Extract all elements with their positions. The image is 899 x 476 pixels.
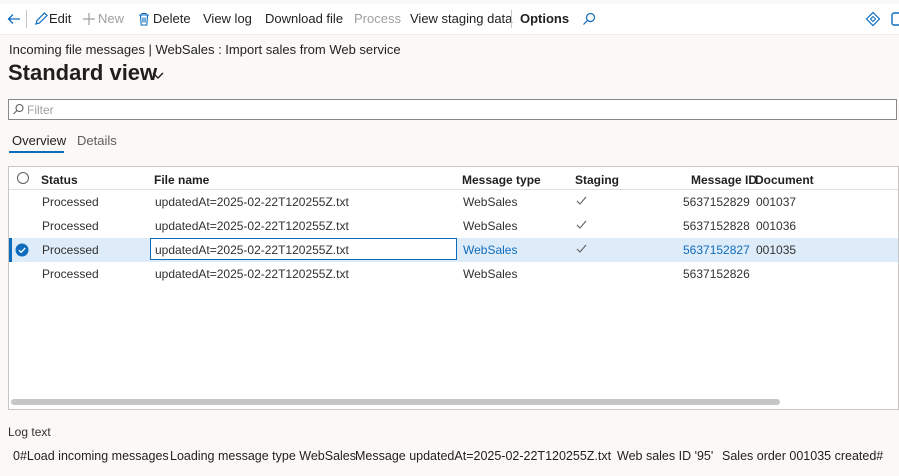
messages-grid: Status File name Message type Staging Me… [8, 166, 899, 410]
tab-overview[interactable]: Overview [12, 133, 66, 148]
column-header-file-name[interactable]: File name [154, 173, 209, 187]
action-pane: Edit New Delete View log Download file P… [0, 4, 899, 35]
search-icon [13, 103, 24, 115]
log-entry: Sales order 001035 created# [722, 449, 884, 463]
file-name-cell[interactable]: updatedAt=2025-02-22T120255Z.txt [155, 219, 349, 233]
new-button-label: New [98, 11, 125, 26]
status-cell: Processed [42, 195, 99, 209]
log-text-label: Log text [8, 425, 51, 439]
view-log-button[interactable]: View log [203, 4, 252, 34]
log-entry: 0#Load incoming messages [13, 449, 169, 463]
status-cell: Processed [42, 243, 99, 257]
file-name-cell[interactable]: updatedAt=2025-02-22T120255Z.txt [155, 243, 349, 257]
back-arrow-icon[interactable] [6, 11, 22, 27]
log-entry: Message updatedAt=2025-02-22T120255Z.txt [355, 449, 612, 463]
plus-icon [83, 13, 95, 25]
filter-input[interactable]: Filter [8, 99, 897, 120]
document-cell[interactable]: 001036 [756, 219, 796, 233]
message-type-cell[interactable]: WebSales [463, 267, 517, 281]
table-row[interactable]: Processed updatedAt=2025-02-22T120255Z.t… [9, 190, 898, 214]
tab-details[interactable]: Details [77, 133, 117, 148]
file-name-cell[interactable]: updatedAt=2025-02-22T120255Z.txt [155, 195, 349, 209]
view-staging-data-button[interactable]: View staging data [410, 4, 512, 34]
message-type-cell[interactable]: WebSales [463, 195, 517, 209]
log-entry: Web sales ID '95' [617, 449, 714, 463]
table-row-selected[interactable]: Processed updatedAt=2025-02-22T120255Z.t… [9, 238, 898, 262]
horizontal-scrollbar-thumb[interactable] [11, 399, 780, 405]
search-icon[interactable] [581, 11, 597, 27]
download-file-button[interactable]: Download file [265, 4, 343, 34]
status-cell: Processed [42, 267, 99, 281]
selection-indicator [9, 238, 12, 262]
staging-check-icon [576, 244, 587, 253]
message-type-cell[interactable]: WebSales [463, 219, 517, 233]
delete-button-label: Delete [153, 11, 191, 26]
column-header-message-type[interactable]: Message type [462, 173, 541, 187]
diamond-icon[interactable] [865, 11, 881, 27]
page-title[interactable]: Standard view [8, 60, 157, 86]
status-cell: Processed [42, 219, 99, 233]
column-header-staging[interactable]: Staging [575, 173, 619, 187]
document-cell[interactable]: 001037 [756, 195, 796, 209]
column-header-status[interactable]: Status [41, 173, 78, 187]
edit-icon [35, 12, 48, 25]
staging-check-icon [576, 220, 587, 229]
chevron-down-icon[interactable] [151, 70, 165, 80]
message-id-cell[interactable]: 5637152828 [683, 219, 750, 233]
toolbar-separator [511, 10, 512, 28]
breadcrumb: Incoming file messages | WebSales : Impo… [9, 42, 401, 57]
toolbar-separator [26, 10, 27, 28]
table-row[interactable]: Processed updatedAt=2025-02-22T120255Z.t… [9, 214, 898, 238]
process-button[interactable]: Process [354, 4, 401, 34]
file-name-cell[interactable]: updatedAt=2025-02-22T120255Z.txt [155, 267, 349, 281]
message-id-cell[interactable]: 5637152826 [683, 267, 750, 281]
table-row[interactable]: Processed updatedAt=2025-02-22T120255Z.t… [9, 262, 898, 286]
message-type-cell[interactable]: WebSales [463, 243, 517, 257]
edit-button-label: Edit [49, 11, 72, 26]
log-entry: Loading message type WebSales [170, 449, 356, 463]
select-all-radio[interactable] [17, 172, 29, 184]
office-icon[interactable] [890, 11, 899, 27]
options-tab[interactable]: Options [520, 4, 569, 34]
column-header-message-id[interactable]: Message ID [691, 173, 757, 187]
message-id-cell[interactable]: 5637152827 [683, 243, 750, 257]
selected-check-icon[interactable] [15, 243, 29, 257]
trash-icon [139, 12, 149, 26]
document-cell[interactable]: 001035 [756, 243, 796, 257]
message-id-cell[interactable]: 5637152829 [683, 195, 750, 209]
filter-placeholder: Filter [27, 103, 54, 117]
staging-check-icon [576, 196, 587, 205]
active-tab-indicator [9, 151, 64, 153]
column-header-document[interactable]: Document [755, 173, 814, 187]
